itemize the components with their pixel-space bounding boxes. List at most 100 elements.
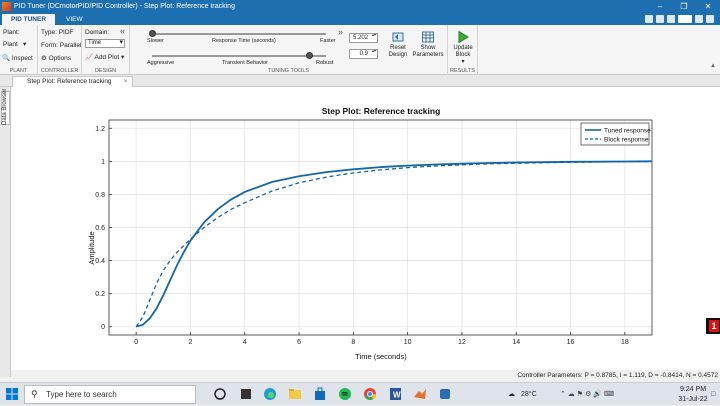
play-icon bbox=[456, 30, 470, 44]
taskbar: ⚲ Type here to search W ☁ 28°C ⌃ ☁ ⚑ ⚙ 🔊… bbox=[0, 382, 720, 405]
search-field-icon[interactable] bbox=[678, 15, 692, 23]
spotify-icon[interactable] bbox=[338, 387, 352, 401]
y-tick-label: 0.8 bbox=[95, 192, 105, 199]
plant-group-label: PLANT bbox=[9, 68, 28, 74]
chevron-down-icon: ▾ bbox=[461, 59, 465, 65]
tab-pid-tuner[interactable]: PID TUNER bbox=[2, 14, 56, 25]
restore-button[interactable]: ❐ bbox=[672, 0, 696, 13]
options-label: Options bbox=[48, 55, 72, 62]
word-icon[interactable]: W bbox=[388, 387, 402, 401]
app-icon[interactable] bbox=[438, 387, 452, 401]
x-tick-label: 16 bbox=[567, 339, 575, 346]
clock-date: 31-Jul-22 bbox=[678, 396, 708, 403]
reset-design-label: Reset Design bbox=[388, 45, 408, 58]
show-parameters-label: Show Parameters bbox=[412, 45, 444, 58]
gear-icon: ⚙ bbox=[41, 55, 47, 62]
legend-entry: Tuned response bbox=[604, 127, 651, 134]
close-button[interactable]: ✕ bbox=[696, 0, 720, 13]
notification-badge[interactable]: 1 bbox=[706, 318, 720, 334]
update-block-button[interactable]: Update Block ▾ bbox=[449, 30, 477, 66]
help-icon[interactable] bbox=[695, 15, 703, 23]
plot-icon: 📈 bbox=[85, 54, 94, 61]
task-view-icon[interactable] bbox=[213, 387, 227, 401]
design-group-label: DESIGN bbox=[94, 68, 117, 74]
response-time-label: Response Time (seconds) bbox=[212, 38, 276, 44]
add-plot-button[interactable]: 📈 Add Plot ▾ bbox=[85, 53, 124, 61]
show-parameters-button[interactable]: Show Parameters bbox=[412, 30, 444, 59]
undo-icon[interactable] bbox=[656, 15, 664, 23]
plot-area: 0 2 4 6 8 10 12 14 16 18 0 0.2 0.4 0.6 0.8 1 1.2 Tuned re… bbox=[11, 87, 720, 377]
title-bar: PID Tuner (DCmotorPID/PID Controller) - … bbox=[0, 0, 720, 13]
tray-icons[interactable]: ⌃ ☁ ⚑ ⚙ 🔊 ⌨ bbox=[560, 383, 614, 406]
tab-step-plot[interactable]: Step Plot: Reference tracking × bbox=[12, 76, 133, 87]
add-plot-label: Add Plot bbox=[94, 54, 120, 61]
collapse-ribbon-icon[interactable] bbox=[706, 15, 714, 23]
y-tick-label: 0.2 bbox=[95, 291, 105, 298]
search-placeholder: Type here to search bbox=[46, 390, 117, 399]
taskbar-search-input[interactable]: ⚲ Type here to search bbox=[24, 385, 196, 404]
tab-view[interactable]: VIEW bbox=[57, 14, 92, 25]
response-time-slider-thumb[interactable] bbox=[149, 30, 156, 37]
transient-behavior-slider[interactable] bbox=[152, 55, 326, 57]
y-tick-label: 0 bbox=[101, 324, 105, 331]
search-icon: ⚲ bbox=[31, 389, 38, 399]
y-tick-label: 1.2 bbox=[95, 126, 105, 133]
legend-entry: Block response bbox=[604, 136, 649, 143]
svg-text:W: W bbox=[393, 391, 401, 400]
chrome-icon[interactable] bbox=[363, 387, 377, 401]
doc-tab-label: Step Plot: Reference tracking bbox=[27, 78, 112, 85]
data-browser-tab[interactable]: Data Browser bbox=[1, 89, 10, 125]
robust-label: Robust bbox=[316, 60, 334, 66]
x-tick-label: 6 bbox=[297, 339, 301, 346]
faster-label: Faster bbox=[320, 38, 336, 44]
transient-behavior-label: Transient Behavior bbox=[222, 60, 268, 66]
reset-icon bbox=[391, 30, 405, 44]
domain-label: Domain: bbox=[85, 29, 110, 36]
aggressive-label: Aggressive bbox=[147, 60, 175, 66]
ribbon-collapse-icon[interactable]: ▲ bbox=[710, 63, 716, 69]
options-button[interactable]: ⚙ Options bbox=[41, 54, 71, 62]
clock[interactable]: 9:24 PM 31-Jul-22 bbox=[673, 385, 713, 405]
inspect-label: Inspect bbox=[11, 55, 33, 62]
results-group: Update Block ▾ RESULTS bbox=[448, 25, 478, 75]
x-tick-label: 8 bbox=[351, 339, 355, 346]
plant-label: Plant: bbox=[3, 29, 20, 36]
response-time-slider[interactable] bbox=[152, 33, 326, 35]
step-plot-chart[interactable]: 0 2 4 6 8 10 12 14 16 18 0 0.2 0.4 0.6 0.8 1 1.2 Tuned re… bbox=[11, 87, 720, 377]
x-tick-label: 14 bbox=[512, 339, 520, 346]
tuning-tools-group: « Slower Response Time (seconds) Faster … bbox=[120, 25, 448, 75]
store-icon[interactable] bbox=[313, 387, 327, 401]
windows-start-icon[interactable] bbox=[5, 387, 19, 401]
redo-icon[interactable] bbox=[667, 15, 675, 23]
controller-type-label[interactable]: Type: PIDF bbox=[41, 29, 74, 36]
edge-icon[interactable] bbox=[263, 387, 277, 401]
inspect-button[interactable]: 🔍 Inspect bbox=[2, 54, 33, 62]
notification-center-icon[interactable]: □ bbox=[711, 383, 715, 406]
domain-dropdown[interactable]: Time bbox=[85, 39, 125, 48]
close-icon[interactable]: × bbox=[124, 77, 128, 87]
controller-group-label: CONTROLLER bbox=[40, 68, 79, 74]
widget-icon[interactable] bbox=[239, 387, 253, 401]
weather-icon[interactable]: ☁ bbox=[508, 383, 515, 406]
response-time-field[interactable]: 5.202 bbox=[349, 33, 378, 43]
x-tick-label: 12 bbox=[458, 339, 466, 346]
plant-group: Plant: Plant ▾ 🔍 Inspect PLANT bbox=[0, 25, 38, 75]
file-explorer-icon[interactable] bbox=[288, 387, 302, 401]
reset-design-button[interactable]: Reset Design bbox=[385, 30, 411, 59]
ribbon-tab-row: PID TUNER VIEW bbox=[0, 13, 720, 25]
transient-behavior-slider-thumb[interactable] bbox=[305, 52, 313, 59]
controller-form-label[interactable]: Form: Parallel bbox=[41, 42, 81, 49]
x-tick-label: 2 bbox=[188, 339, 192, 346]
notification-count: 1 bbox=[709, 320, 719, 332]
temperature: 28°C bbox=[521, 391, 537, 398]
chevron-down-icon: ▾ bbox=[23, 41, 27, 48]
matlab-icon[interactable] bbox=[413, 387, 427, 401]
matlab-app-icon bbox=[2, 2, 11, 11]
transient-behavior-field[interactable]: 0.9 bbox=[349, 49, 378, 59]
y-tick-label: 0.6 bbox=[95, 225, 105, 232]
x-tick-label: 18 bbox=[621, 339, 629, 346]
collapse-left-icon[interactable]: « bbox=[120, 26, 125, 36]
save-icon[interactable] bbox=[645, 15, 653, 23]
minimize-button[interactable]: – bbox=[648, 0, 672, 13]
expand-right-icon[interactable]: » bbox=[338, 27, 343, 37]
